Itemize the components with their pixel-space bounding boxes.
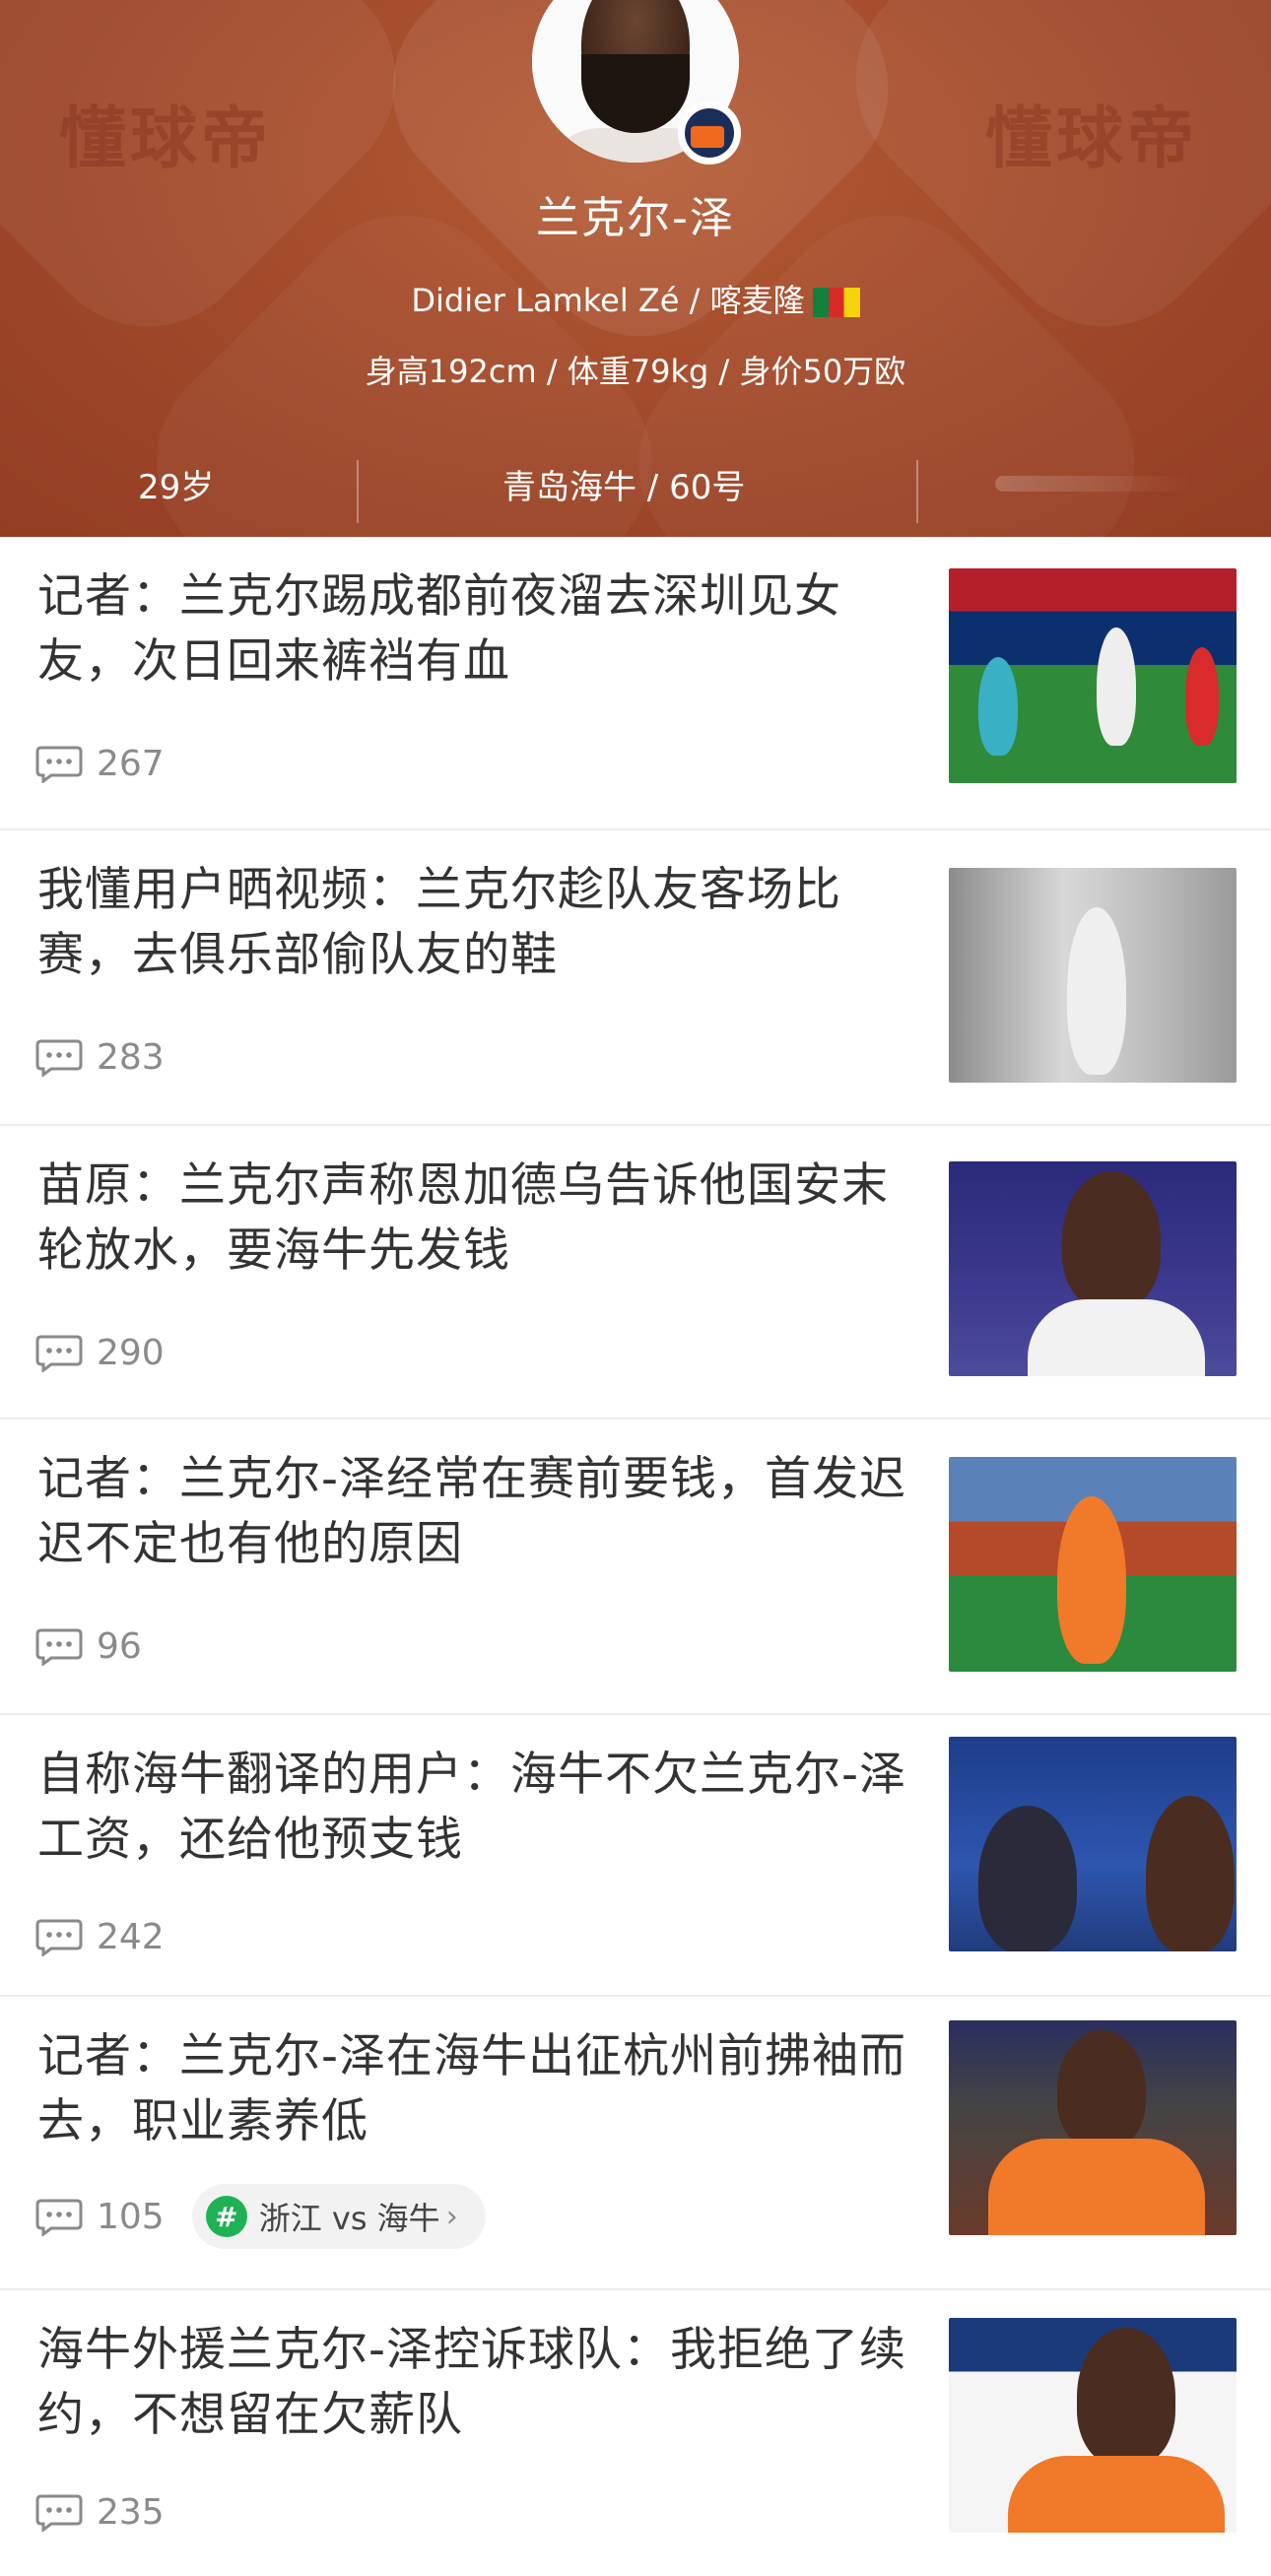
news-title[interactable]: 记者：兰克尔-泽经常在赛前要钱，首发迟迟不定也有他的原因 [37, 1447, 914, 1577]
news-thumbnail[interactable] [949, 868, 1237, 1083]
club-badge-icon [678, 101, 741, 165]
player-age: 29岁 [138, 468, 215, 507]
news-list: 记者：兰克尔踢成都前夜溜去深圳见女友，次日回来裤裆有血 267 我懂用户晒视频：… [0, 537, 1271, 2576]
comment-bubble-icon [35, 1039, 83, 1077]
comment-count: 290 [97, 1332, 165, 1373]
news-thumbnail[interactable] [949, 1457, 1237, 1672]
faded-stat [995, 476, 1192, 492]
news-meta: 267 [35, 734, 165, 793]
comment-bubble-icon [35, 2494, 83, 2532]
comment-count: 105 [97, 2196, 165, 2237]
player-fullname-country: Didier Lamkel Zé / 喀麦隆 [411, 282, 805, 319]
news-item[interactable]: 记者：兰克尔-泽在海牛出征杭州前拂袖而去，职业素养低 105 # 浙江 vs 海… [0, 1997, 1271, 2290]
news-item[interactable]: 苗原：兰克尔声称恩加德乌告诉他国安末轮放水，要海牛先发钱 290 [0, 1126, 1271, 1420]
news-item[interactable]: 记者：兰克尔-泽经常在赛前要钱，首发迟迟不定也有他的原因 96 [0, 1420, 1271, 1715]
news-meta: 283 [35, 1027, 165, 1087]
divider [357, 460, 359, 523]
comment-bubble-icon [35, 746, 83, 783]
chevron-right-icon: › [445, 2199, 458, 2234]
player-team[interactable]: 青岛海牛 / 60号 [502, 460, 745, 508]
hashtag-icon: # [205, 2196, 247, 2237]
comment-count: 235 [97, 2491, 165, 2533]
news-meta: 235 [35, 2482, 165, 2542]
player-name: 兰克尔-泽 [536, 193, 735, 243]
news-title[interactable]: 自称海牛翻译的用户：海牛不欠兰克尔-泽工资，还给他预支钱 [37, 1743, 914, 1873]
cameroon-flag-icon [812, 288, 860, 317]
comment-bubble-icon [35, 2199, 83, 2236]
divider [916, 460, 918, 523]
player-header: 懂球帝 懂球帝 兰克尔-泽 Didier Lamkel Zé / 喀麦隆 身高1… [0, 0, 1271, 537]
comment-bubble-icon [35, 1628, 83, 1666]
news-item[interactable]: 自称海牛翻译的用户：海牛不欠兰克尔-泽工资，还给他预支钱 242 [0, 1715, 1271, 1997]
player-nationality: Didier Lamkel Zé / 喀麦隆 [0, 276, 1271, 321]
comment-bubble-icon [35, 1335, 83, 1372]
news-thumbnail[interactable] [949, 2020, 1237, 2235]
watermark-logo: 懂球帝 [59, 100, 273, 178]
news-meta: 242 [35, 1907, 165, 1966]
news-title[interactable]: 海牛外援兰克尔-泽控诉球队：我拒绝了续约，不想留在欠薪队 [37, 2318, 914, 2448]
match-tag-label: 浙江 vs 海牛 [258, 2200, 440, 2237]
news-title[interactable]: 我懂用户晒视频：兰克尔趁队友客场比赛，去俱乐部偷队友的鞋 [37, 858, 914, 988]
news-item[interactable]: 我懂用户晒视频：兰克尔趁队友客场比赛，去俱乐部偷队友的鞋 283 [0, 830, 1271, 1126]
news-meta: 105 # 浙江 vs 海牛 › [35, 2184, 486, 2249]
match-tag[interactable]: # 浙江 vs 海牛 › [191, 2184, 486, 2249]
news-title[interactable]: 记者：兰克尔踢成都前夜溜去深圳见女友，次日回来裤裆有血 [37, 564, 914, 694]
comment-bubble-icon [35, 1919, 83, 1956]
news-thumbnail[interactable] [949, 568, 1237, 783]
news-thumbnail[interactable] [949, 1737, 1237, 1951]
comment-count: 283 [97, 1036, 165, 1078]
news-thumbnail[interactable] [949, 1161, 1237, 1376]
news-meta: 96 [35, 1617, 142, 1676]
news-title[interactable]: 记者：兰克尔-泽在海牛出征杭州前拂袖而去，职业素养低 [37, 2024, 914, 2154]
comment-count: 96 [97, 1625, 142, 1667]
watermark-logo: 懂球帝 [985, 100, 1199, 178]
news-title[interactable]: 苗原：兰克尔声称恩加德乌告诉他国安末轮放水，要海牛先发钱 [37, 1154, 914, 1284]
news-thumbnail[interactable] [949, 2318, 1237, 2533]
news-meta: 290 [35, 1323, 165, 1382]
player-stats-bar: 29岁 青岛海牛 / 60号 [0, 448, 1271, 527]
news-item[interactable]: 记者：兰克尔踢成都前夜溜去深圳见女友，次日回来裤裆有血 267 [0, 537, 1271, 830]
comment-count: 242 [97, 1916, 165, 1957]
comment-count: 267 [97, 743, 165, 784]
player-physical-info: 身高192cm / 体重79kg / 身价50万欧 [365, 353, 906, 390]
news-item[interactable]: 海牛外援兰克尔-泽控诉球队：我拒绝了续约，不想留在欠薪队 235 [0, 2290, 1271, 2576]
